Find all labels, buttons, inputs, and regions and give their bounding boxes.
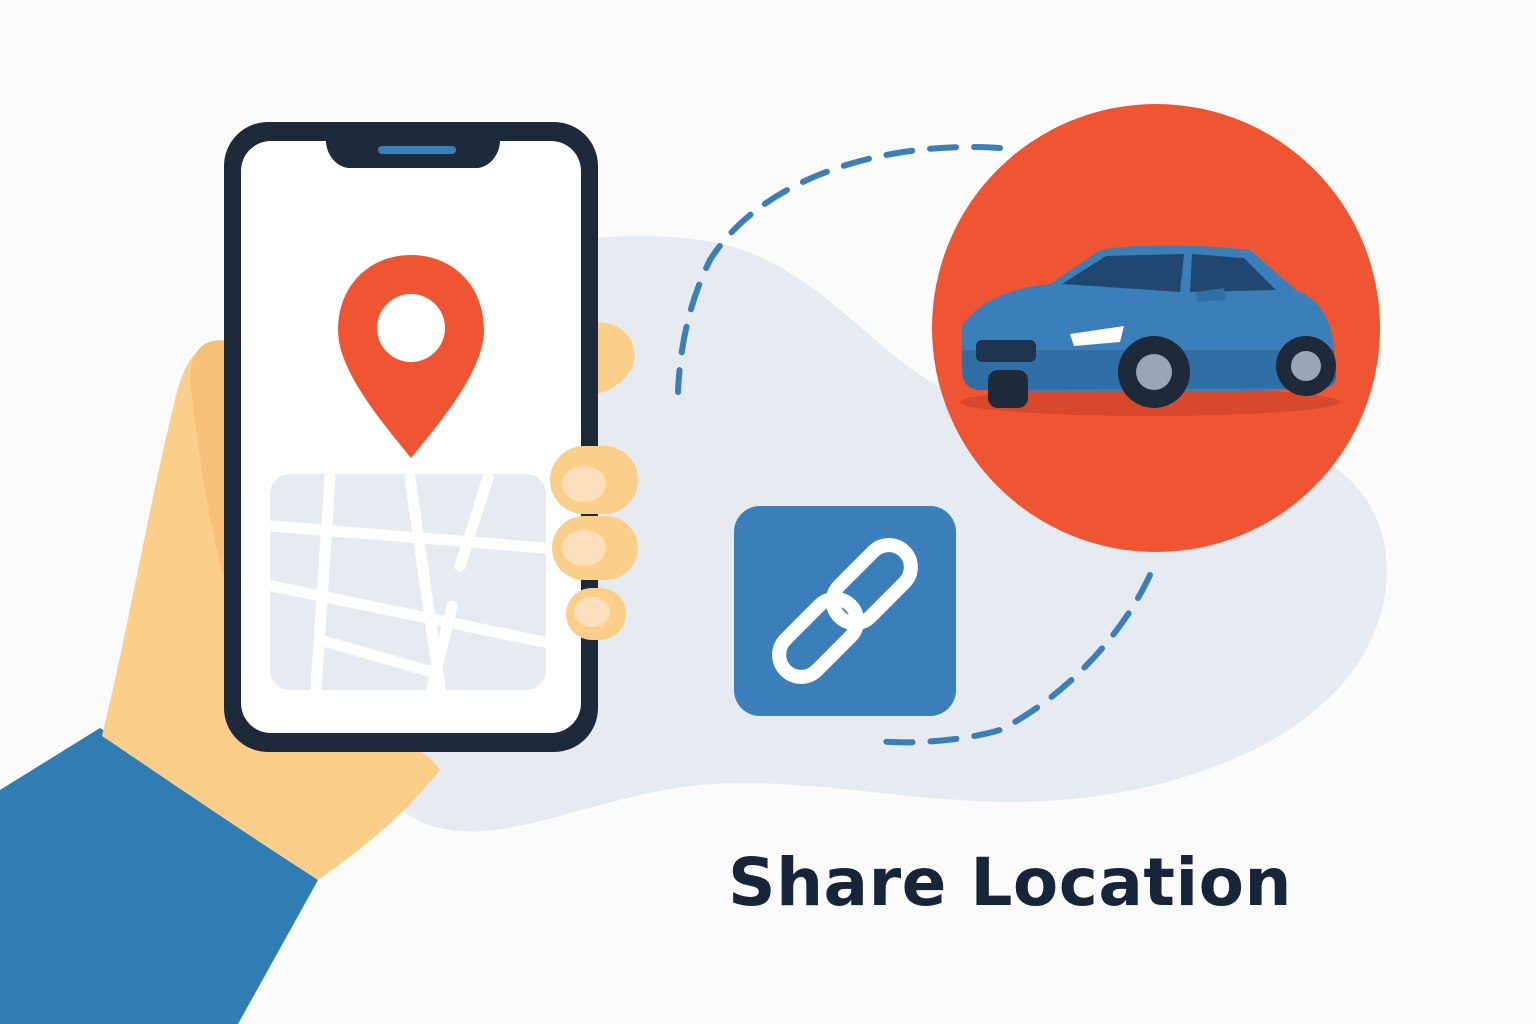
phone-speaker xyxy=(378,146,456,154)
map-icon xyxy=(266,472,550,694)
share-location-caption: Share Location xyxy=(728,844,1292,921)
phone-notch xyxy=(326,141,500,168)
link-chain-icon xyxy=(734,506,956,716)
share-location-illustration: Share Location xyxy=(0,0,1536,1024)
